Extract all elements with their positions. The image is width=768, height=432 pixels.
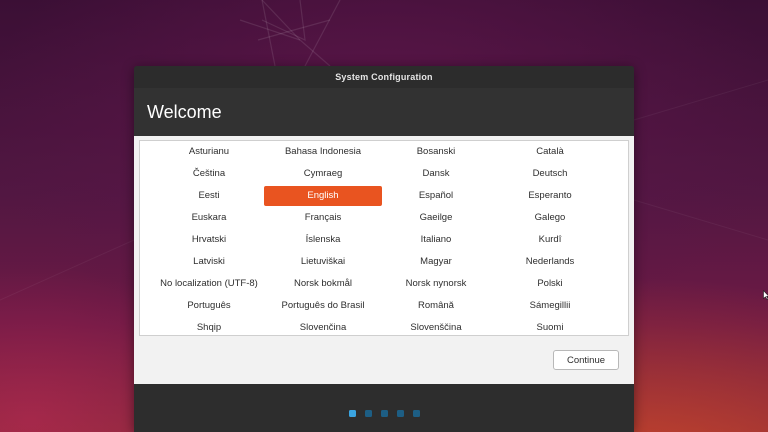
language-option[interactable]: Gaeilge — [377, 208, 495, 228]
language-option[interactable]: Slovenščina — [377, 318, 495, 338]
language-option[interactable]: No localization (UTF-8) — [150, 274, 268, 294]
language-option[interactable]: Čeština — [150, 164, 268, 184]
progress-dot — [413, 410, 420, 417]
language-option[interactable]: Català — [491, 142, 609, 162]
language-option[interactable]: Íslenska — [264, 230, 382, 250]
footer — [134, 384, 634, 432]
language-option[interactable]: Esperanto — [491, 186, 609, 206]
language-option[interactable]: Deutsch — [491, 164, 609, 184]
language-option[interactable]: Polski — [491, 274, 609, 294]
window-titlebar[interactable]: System Configuration — [134, 66, 634, 88]
progress-dot — [381, 410, 388, 417]
content-area: Asturianu Čeština Eesti Euskara Hrvatski Latv… — [134, 136, 634, 384]
language-option[interactable]: Shqip — [150, 318, 268, 338]
language-option[interactable]: Kurdî — [491, 230, 609, 250]
language-option[interactable]: Română — [377, 296, 495, 316]
language-option[interactable]: Norsk nynorsk — [377, 274, 495, 294]
progress-dot — [349, 410, 356, 417]
language-option[interactable]: Bosanski — [377, 142, 495, 162]
language-option[interactable]: Português do Brasil — [264, 296, 382, 316]
language-option[interactable]: Sámegillii — [491, 296, 609, 316]
language-option[interactable]: Português — [150, 296, 268, 316]
language-option[interactable]: Latviski — [150, 252, 268, 272]
language-option[interactable]: Français — [264, 208, 382, 228]
language-option[interactable]: Norsk bokmål — [264, 274, 382, 294]
page-title: Welcome — [147, 102, 222, 122]
progress-dot — [365, 410, 372, 417]
language-option[interactable]: Hrvatski — [150, 230, 268, 250]
language-option[interactable]: Italiano — [377, 230, 495, 250]
language-option[interactable]: Slovenčina — [264, 318, 382, 338]
language-option[interactable]: Cymraeg — [264, 164, 382, 184]
mouse-cursor-icon — [763, 290, 768, 300]
window-title: System Configuration — [335, 72, 433, 82]
language-option[interactable]: Dansk — [377, 164, 495, 184]
language-option[interactable]: Euskara — [150, 208, 268, 228]
desktop-background: System Configuration Welcome Asturianu Če… — [0, 0, 768, 432]
language-option[interactable]: Asturianu — [150, 142, 268, 162]
language-option[interactable]: Galego — [491, 208, 609, 228]
language-option[interactable]: Lietuviškai — [264, 252, 382, 272]
system-configuration-window: System Configuration Welcome Asturianu Če… — [134, 66, 634, 432]
language-option[interactable]: Magyar — [377, 252, 495, 272]
language-option[interactable]: Suomi — [491, 318, 609, 338]
language-option-selected[interactable]: English — [264, 186, 382, 206]
language-option[interactable]: Español — [377, 186, 495, 206]
language-list: Asturianu Čeština Eesti Euskara Hrvatski Latv… — [139, 140, 629, 336]
language-option[interactable]: Nederlands — [491, 252, 609, 272]
progress-dot — [397, 410, 404, 417]
welcome-header: Welcome — [134, 88, 634, 136]
language-option[interactable]: Bahasa Indonesia — [264, 142, 382, 162]
language-option[interactable]: Eesti — [150, 186, 268, 206]
continue-button[interactable]: Continue — [553, 350, 619, 370]
